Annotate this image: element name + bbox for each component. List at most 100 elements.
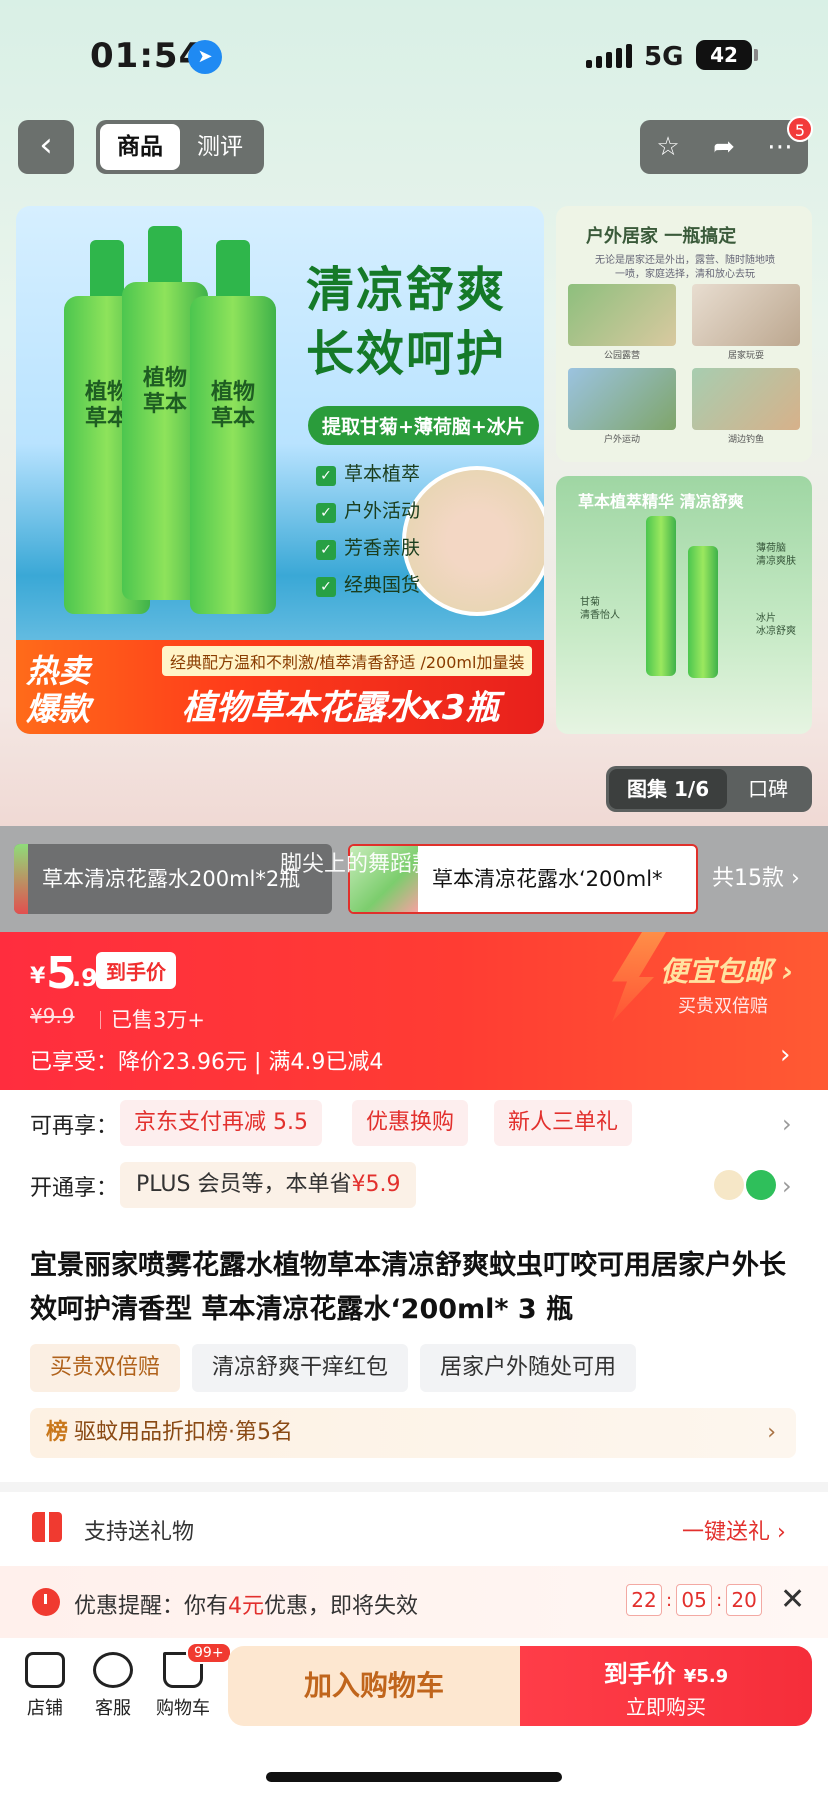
rank-icon: 榜 [46,1420,69,1445]
benefit-label: 开通享： [30,1176,119,1201]
feature-item: ✓ 草本植萃 [316,456,420,493]
hot-sale-label: 热卖 爆款 [26,652,91,728]
chevron-right-icon[interactable]: › [782,1172,792,1200]
gallery-switch: 图集 1/6 口碑 [606,766,812,812]
gallery-review-button[interactable]: 口碑 [727,769,809,809]
message-badge: 5 [787,116,813,142]
coupon-reminder: 优惠提醒：你有4元优惠，即将失效 22 : 05 : 20 ✕ [0,1566,828,1638]
reminder-text: 优惠提醒：你有4元优惠，即将失效 [74,1594,419,1619]
variant-thumbnail [14,844,28,914]
price-currency: ¥ [30,964,46,989]
location-arrow-icon: ➤ [188,40,222,74]
bottle-image [646,516,676,676]
product-tags: 买贵双倍赔 清凉舒爽干痒红包 居家户外随处可用 [30,1344,637,1392]
bottle-image: 植物草本 [186,240,280,614]
variant-selector: 草本清凉花露水200ml*2瓶 草本清凉花露水‘200ml* 共15款 › [0,826,828,932]
countdown-hours: 22 [626,1584,662,1616]
coupon-chip[interactable]: 京东支付再减 5.5 [120,1100,322,1146]
signal-strength-icon [586,44,632,68]
clock-icon [32,1588,60,1616]
ingredient-caption: 甘菊 清香怡人 [580,597,620,621]
product-title-block: 宜景丽家喷雾花露水植物草本清凉舒爽蚊虫叮咬可用居家户外长效呵护清香型 草本清凉花… [0,1230,828,1482]
price-decimal: .9 [72,964,98,992]
product-tag[interactable]: 买贵双倍赔 [30,1344,181,1392]
add-to-cart-button[interactable]: 加入购物车 [228,1646,520,1726]
network-type: 5G [644,42,684,72]
send-gift-link[interactable]: 一键送礼 › [682,1514,786,1546]
plus-member-offer[interactable]: PLUS 会员等，本单省¥5.9 [120,1162,417,1208]
benefit-label: 可再享： [30,1114,119,1139]
scene-photo [568,284,676,346]
variant-count-link[interactable]: 共15款 › [712,844,800,914]
side-image-scenes[interactable]: 户外居家 一瓶搞定 无论是居家还是外出，露营、随时随地喷一喷，家庭选择，清和放心… [556,206,812,462]
cart-count-badge: 99+ [186,1642,232,1664]
strip-subtitle: 经典配方温和不刺激/植萃清香舒适 /200ml加量装 [162,646,533,676]
star-icon[interactable]: ☆ [648,132,688,162]
bag-icon [746,1170,776,1200]
top-actions: ☆ ➦ ⋯ [640,120,808,174]
buy-now-button[interactable]: 到手价 ¥5.9 立即购买 [520,1646,812,1726]
coupon-chip[interactable]: 优惠换购 [352,1100,469,1146]
countdown-seconds: 20 [726,1584,763,1616]
side-image-desc: 无论是居家还是外出，露营、随时随地喷一喷，家庭选择，清和放心去玩 [595,255,775,280]
cart-button[interactable]: 购物车 99+ [148,1642,232,1720]
share-icon[interactable]: ➦ [704,132,744,162]
scene-caption: 湖边钓鱼 [727,435,764,445]
lightning-decoration [612,932,666,1022]
discount-summary[interactable]: 已享受：降价23.96元 | 满4.9已减4 [30,1044,383,1076]
ingredients-pill: 提取甘菊+薄荷脑+冰片 [308,406,539,445]
member-icons [714,1170,776,1200]
product-tag[interactable]: 清凉舒爽干痒红包 [192,1344,409,1392]
bottle-image [688,546,718,678]
gallery-album-button[interactable]: 图集 1/6 [609,769,728,809]
tab-review[interactable]: 测评 [180,124,260,170]
customer-service-button[interactable]: 客服 [78,1648,148,1720]
crown-icon [714,1170,744,1200]
scene-caption: 公园露营 [603,351,640,361]
free-shipping-link[interactable]: 便宜包邮 › [660,950,793,990]
ingredient-caption: 薄荷脑 清凉爽肤 [756,543,796,567]
original-price: ¥9.9 [30,1004,75,1028]
side-image-ingredients[interactable]: 草本植萃精华 清凉舒爽 甘菊 清香怡人 薄荷脑 清凉爽肤 冰片 冰凉舒爽 [556,476,812,734]
smile-icon [93,1652,133,1688]
gift-icon [32,1512,62,1542]
top-tabs: 商品 测评 [96,120,264,174]
main-product-image[interactable]: 植物草本 植物草本 植物草本 清凉舒爽 长效呵护 提取甘菊+薄荷脑+冰片 ✓ 草本… [16,206,544,734]
tab-product[interactable]: 商品 [100,124,180,170]
gift-row[interactable]: 支持送礼物 一键送礼 › [0,1492,828,1566]
scene-caption: 居家玩耍 [727,351,764,361]
feature-item: ✓ 户外活动 [316,493,420,530]
battery-tip [754,49,758,61]
status-bar: 01:54 ➤ 5G 42 [0,0,828,110]
coupon-chip[interactable]: 新人三单礼 [494,1100,633,1146]
chevron-right-icon: › [767,1420,776,1445]
ingredient-caption: 冰片 冰凉舒爽 [756,613,796,637]
scene-photo [692,368,800,430]
final-price-tag: 到手价 [96,952,176,989]
battery-indicator: 42 [696,40,752,70]
scene-photo [568,368,676,430]
hand-photo [402,466,544,616]
close-icon[interactable]: ✕ [780,1582,805,1617]
image-headline: 清凉舒爽 长效呵护 [306,262,507,382]
feature-item: ✓ 经典国货 [316,567,420,604]
product-tag[interactable]: 居家户外随处可用 [420,1344,637,1392]
home-indicator [266,1772,562,1782]
side-image-title: 草本植萃精华 清凉舒爽 [578,492,744,511]
gift-text: 支持送礼物 [84,1520,195,1545]
sold-count: 已售3万+ [100,1004,205,1034]
benefits-section: 可再享： 京东支付再减 5.5 优惠换购 新人三单礼 › 开通享： PLUS 会… [0,1090,828,1230]
chevron-right-icon[interactable]: › [780,1040,790,1070]
product-title: 宜景丽家喷雾花露水植物草本清凉舒爽蚊虫叮咬可用居家户外长效呵护清香型 草本清凉花… [30,1250,786,1325]
chevron-right-icon[interactable]: › [782,1110,792,1138]
countdown-minutes: 05 [676,1584,713,1616]
store-icon [25,1652,65,1688]
back-button[interactable]: ‹ [18,120,74,174]
store-button[interactable]: 店铺 [10,1648,80,1720]
scene-photo [692,284,800,346]
status-time: 01:54 [90,36,204,76]
ranking-banner[interactable]: 榜驱蚊用品折扣榜·第5名 › [30,1408,796,1458]
countdown-timer: 22 : 05 : 20 [626,1584,763,1616]
price-guarantee: 买贵双倍赔 [678,996,768,1017]
strip-title: 植物草本花露水x3瓶 [182,688,500,728]
